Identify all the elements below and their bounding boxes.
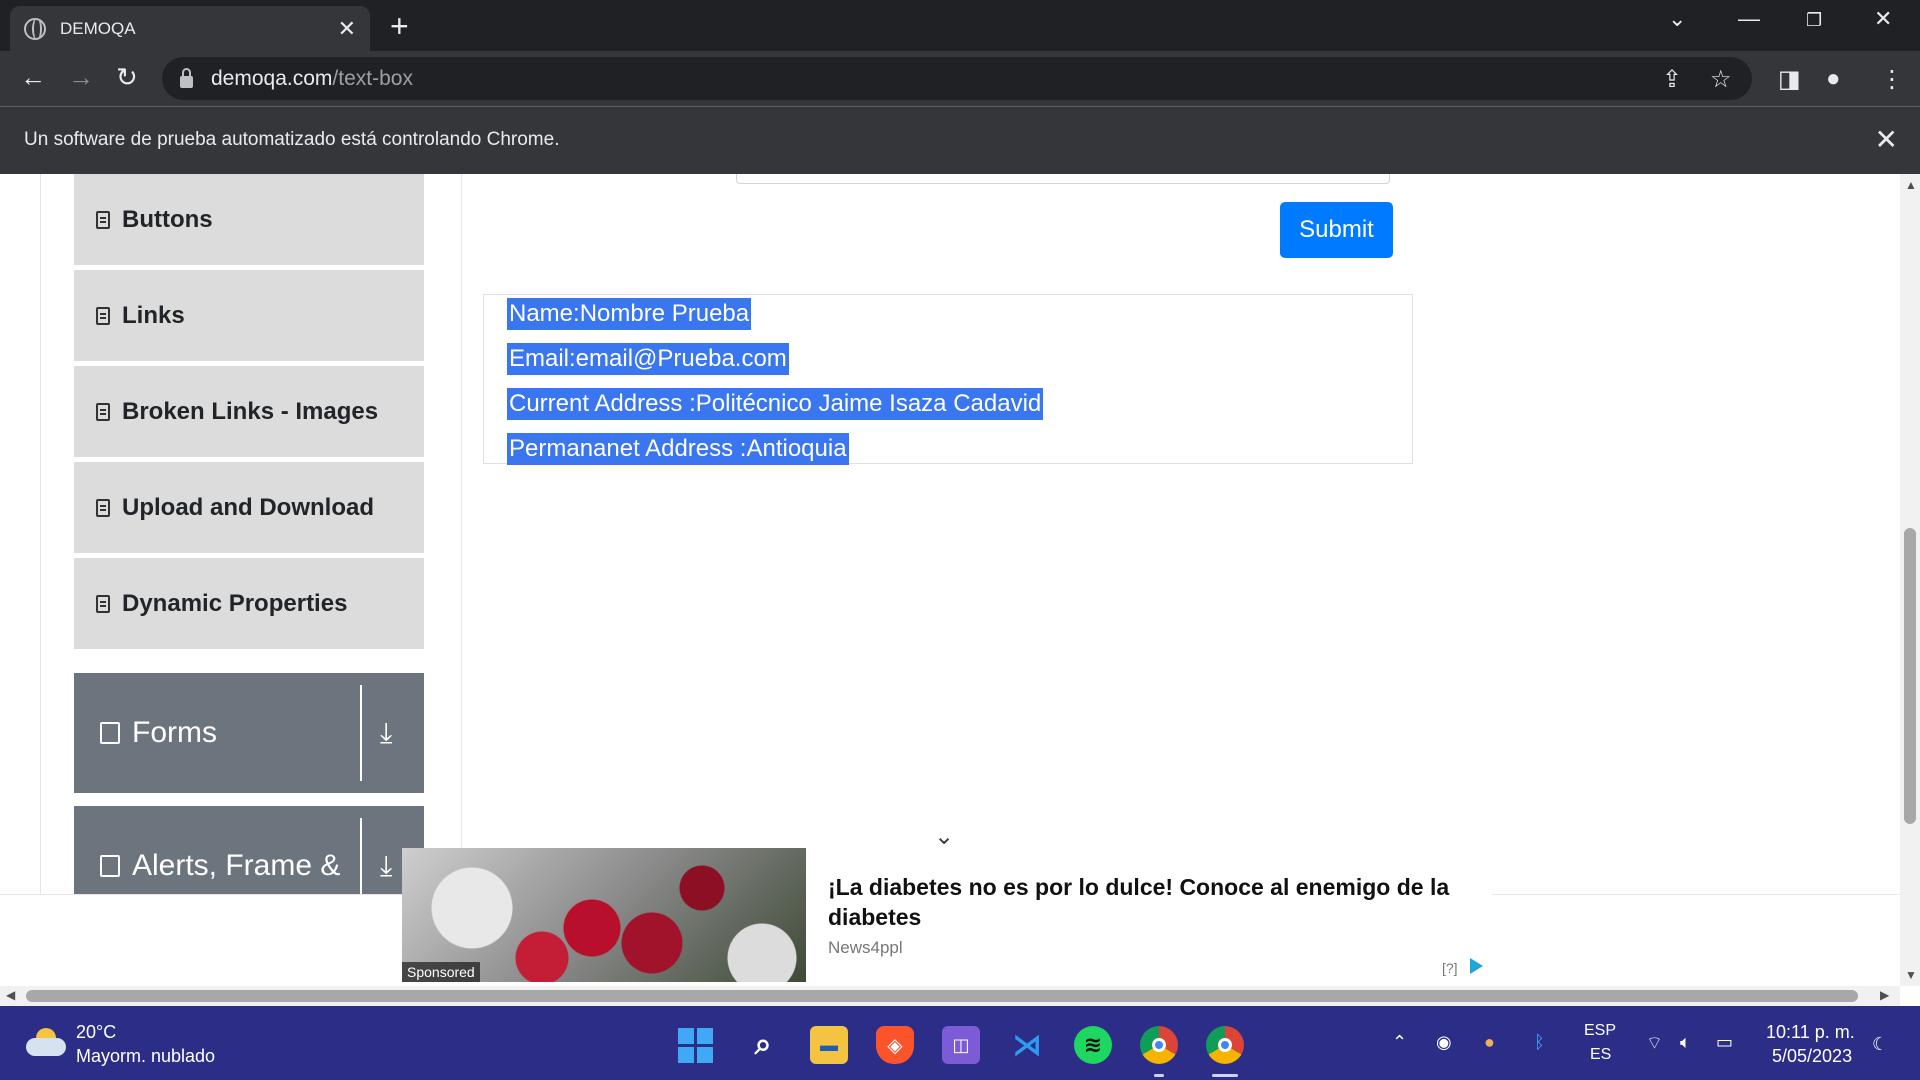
obs-tray-icon[interactable]: ◉	[1436, 1032, 1452, 1053]
spotify-icon[interactable]: ≋	[1074, 1026, 1112, 1064]
tray-overflow-chevron-icon[interactable]: ⌃	[1392, 1032, 1407, 1053]
windows-taskbar: 20°C Mayorm. nublado ⌕ ▬ ◈ ◫ ⋊ ≋ ⌃ ◉ ● ᛒ…	[0, 1006, 1920, 1080]
output-permanent-address: Permananet Address :Antioquia	[507, 433, 849, 465]
file-explorer-icon[interactable]: ▬	[810, 1026, 848, 1064]
wifi-icon[interactable]: ⌔	[1646, 1032, 1663, 1055]
sidebar-item-label: Dynamic Properties	[122, 589, 348, 617]
notifications-icon[interactable]: ☾	[1872, 1034, 1888, 1055]
globe-icon	[24, 17, 46, 40]
permanent-address-textarea[interactable]	[736, 174, 1390, 184]
sidebar-item-label: Upload and Download	[122, 493, 374, 521]
input-language[interactable]: ESP	[1584, 1022, 1616, 1040]
output-box: Name:Nombre Prueba Email:email@Prueba.co…	[483, 294, 1413, 465]
sidebar-item-label: Broken Links - Images	[122, 397, 379, 425]
window-close-icon[interactable]: ✕	[1874, 6, 1892, 32]
side-panel-icon[interactable]: ◨	[1778, 65, 1801, 94]
download-icon: ⤓	[380, 717, 393, 748]
adchoices-icon[interactable]	[1470, 958, 1483, 974]
forward-icon[interactable]: →	[68, 62, 94, 92]
output-email: Email:email@Prueba.com	[507, 343, 789, 375]
browser-toolbar: ← → ↻ demoqa.com/text-box ⇪ ☆ ◨ ● ⋮	[0, 51, 1920, 106]
battery-icon[interactable]: ▭	[1716, 1032, 1733, 1053]
search-icon[interactable]: ⌕	[744, 1026, 782, 1064]
automation-infobar: Un software de prueba automatizado está …	[0, 106, 1920, 174]
url-path: /text-box	[332, 66, 413, 90]
infobar-close-icon[interactable]: ✕	[1875, 123, 1898, 156]
minimize-icon[interactable]: —	[1738, 6, 1760, 32]
vertical-scrollbar[interactable]: ▲ ▼	[1900, 174, 1920, 986]
scroll-right-icon[interactable]: ▶	[1880, 988, 1889, 1002]
sidebar-item-links[interactable]: Links	[74, 270, 424, 363]
ad-title[interactable]: ¡La diabetes no es por lo dulce! Conoce …	[828, 872, 1488, 932]
back-icon[interactable]: ←	[20, 62, 46, 92]
app-tray-icon[interactable]: ●	[1484, 1032, 1495, 1053]
html5-icon	[96, 306, 110, 325]
sidebar-item-upload-download[interactable]: Upload and Download	[74, 462, 424, 555]
menu-icon[interactable]: ⋮	[1880, 65, 1904, 94]
sidebar-item-dynamic-properties[interactable]: Dynamic Properties	[74, 558, 424, 651]
brave-browser-icon[interactable]: ◈	[876, 1026, 914, 1064]
weather-description[interactable]: Mayorm. nublado	[76, 1046, 215, 1067]
sponsored-label: Sponsored	[402, 962, 480, 982]
address-bar[interactable]: demoqa.com/text-box ⇪ ☆	[162, 57, 1752, 100]
windows-start-icon[interactable]	[676, 1026, 714, 1064]
bluetooth-icon[interactable]: ᛒ	[1534, 1032, 1545, 1053]
tab-title: DEMOQA	[60, 18, 136, 38]
html5-icon	[96, 402, 110, 421]
sponsored-ad[interactable]: Sponsored ¡La diabetes no es por lo dulc…	[402, 848, 1492, 982]
chrome-icon[interactable]	[1140, 1026, 1178, 1064]
restore-icon[interactable]: ❐	[1806, 10, 1822, 31]
share-icon[interactable]: ⇪	[1662, 65, 1682, 94]
html5-icon	[96, 210, 110, 229]
volume-icon[interactable]: 🔈︎	[1680, 1032, 1691, 1053]
html5-icon	[96, 498, 110, 517]
horizontal-scrollbar[interactable]: ◀ ▶	[0, 986, 1900, 1006]
scroll-up-icon[interactable]: ▲	[1905, 178, 1917, 192]
running-indicator	[1154, 1074, 1164, 1077]
new-tab-icon[interactable]: +	[390, 8, 409, 44]
clock-date[interactable]: 5/05/2023	[1772, 1046, 1852, 1067]
group-label: Alerts, Frame &	[132, 849, 341, 882]
ad-image[interactable]: Sponsored	[402, 848, 806, 982]
output-current-address: Current Address :Politécnico Jaime Isaza…	[507, 388, 1044, 420]
vscode-icon[interactable]: ⋊	[1008, 1026, 1046, 1064]
form-icon	[100, 722, 120, 744]
weather-cloudy-icon[interactable]	[26, 1028, 66, 1058]
profile-icon[interactable]: ●	[1826, 65, 1841, 93]
close-tab-icon[interactable]: ✕	[338, 16, 356, 42]
html5-icon	[96, 594, 110, 613]
output-name: Name:Nombre Prueba	[507, 298, 752, 330]
tab-strip: DEMOQA ✕ + ⌄ — ❐ ✕	[0, 0, 1920, 51]
sidebar-item-label: Links	[122, 301, 185, 329]
reload-icon[interactable]: ↻	[116, 62, 138, 92]
download-icon: ⤓	[380, 850, 393, 881]
browser-tab[interactable]: DEMOQA ✕	[10, 6, 370, 51]
group-header-forms[interactable]: Forms ⤓	[74, 673, 424, 793]
bookmark-star-icon[interactable]: ☆	[1710, 65, 1732, 94]
submit-button[interactable]: Submit	[1280, 202, 1393, 258]
divider	[360, 685, 362, 781]
window-icon	[100, 855, 120, 877]
tab-search-icon[interactable]: ⌄	[1668, 6, 1686, 32]
weather-temperature[interactable]: 20°C	[76, 1022, 116, 1043]
sidebar-item-buttons[interactable]: Buttons	[74, 174, 424, 267]
url-host: demoqa.com	[211, 66, 333, 90]
scroll-down-icon[interactable]: ▼	[1905, 968, 1917, 982]
scroll-left-icon[interactable]: ◀	[6, 988, 15, 1002]
chrome-active-icon[interactable]	[1206, 1026, 1244, 1064]
ad-info-link[interactable]: [?]	[1442, 960, 1458, 976]
ad-source: News4ppl	[828, 938, 903, 957]
sidebar-item-broken-links[interactable]: Broken Links - Images	[74, 366, 424, 459]
ad-collapse-chevron-icon[interactable]: ⌄	[934, 822, 954, 851]
teams-app-icon[interactable]: ◫	[942, 1026, 980, 1064]
sidebar-item-label: Buttons	[122, 205, 213, 233]
active-indicator	[1212, 1074, 1238, 1077]
vertical-scroll-thumb[interactable]	[1904, 528, 1916, 824]
clock-time[interactable]: 10:11 p. m.	[1766, 1022, 1855, 1043]
infobar-message: Un software de prueba automatizado está …	[24, 129, 560, 150]
horizontal-scroll-thumb[interactable]	[26, 990, 1858, 1002]
group-label: Forms	[132, 716, 217, 749]
lock-icon[interactable]	[180, 67, 193, 88]
keyboard-layout[interactable]: ES	[1590, 1046, 1611, 1064]
